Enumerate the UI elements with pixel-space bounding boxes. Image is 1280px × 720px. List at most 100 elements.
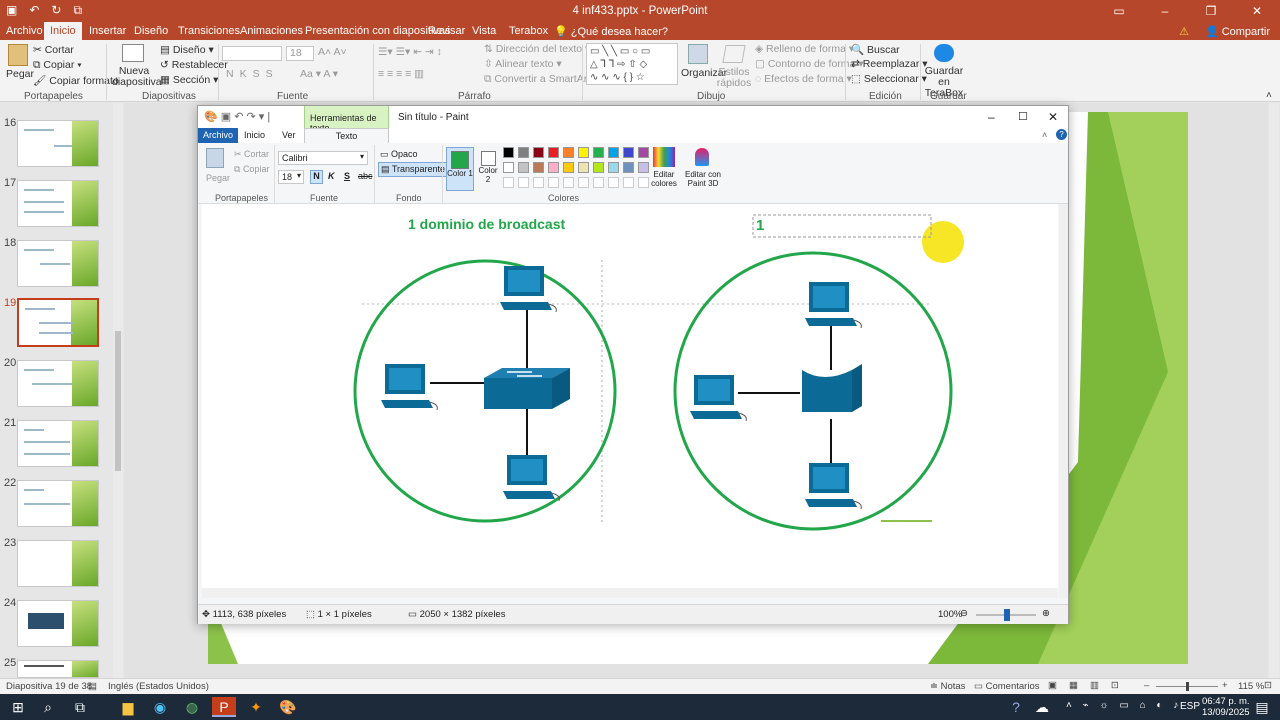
- italic-button[interactable]: K: [328, 171, 335, 181]
- tab-diseno[interactable]: Diseño: [134, 25, 168, 37]
- fit-slide-icon[interactable]: ⊡: [1264, 680, 1272, 691]
- collapse-ribbon-icon[interactable]: ˄: [1266, 90, 1272, 101]
- edit-paint3d-button[interactable]: Editar con Paint 3D: [683, 170, 723, 188]
- paint-tab-inicio[interactable]: Inicio: [244, 130, 265, 140]
- edit-colors-icon[interactable]: [653, 147, 675, 167]
- text-tools-context-tab[interactable]: Herramientas de texto: [304, 106, 389, 133]
- palette-swatch[interactable]: [518, 147, 529, 158]
- shape-effects-button[interactable]: ◌ Efectos de forma ▾: [755, 73, 852, 85]
- paint-tab-texto[interactable]: Texto: [304, 128, 389, 143]
- shape-fill-button[interactable]: ◈ Relleno de forma ▾: [755, 43, 854, 55]
- view-buttons[interactable]: ▣▦▥⊡: [1048, 680, 1131, 691]
- palette-swatch[interactable]: [623, 162, 634, 173]
- shapes-gallery[interactable]: ▭ ╲ ╲ ▭ ○ ▭ △ ⅂ ⅂ ⇨ ⇧ ◇ ∿ ∿ ∿ { } ☆: [586, 43, 678, 85]
- minimize-button[interactable]: –: [1142, 0, 1188, 22]
- ribbon-display-icon[interactable]: ▭: [1096, 0, 1142, 22]
- text-box-input[interactable]: 1: [756, 217, 764, 234]
- app-icon[interactable]: ✦: [244, 697, 268, 717]
- palette-swatch-empty[interactable]: [503, 177, 514, 188]
- palette-swatch-empty[interactable]: [593, 177, 604, 188]
- bold-button[interactable]: N: [310, 170, 323, 184]
- copy-button[interactable]: ⧉ Copiar ▾: [33, 59, 82, 72]
- section-button[interactable]: ▦ Sección ▾: [160, 74, 218, 86]
- font-style-buttons[interactable]: NKSS: [226, 68, 279, 80]
- paint-qat-icons[interactable]: 🎨 ▣ ↶ ↷ ▾ |: [204, 110, 270, 123]
- canvas-hscrollbar[interactable]: [202, 588, 1058, 598]
- palette-swatch[interactable]: [563, 162, 574, 173]
- new-slide-button[interactable]: Nueva diapositiva: [112, 66, 162, 88]
- zoom-out-button[interactable]: ⊖: [960, 608, 968, 619]
- spellcheck-icon[interactable]: ▤: [88, 681, 97, 692]
- tab-inicio[interactable]: Inicio: [44, 22, 82, 40]
- zoom-level[interactable]: 115 %: [1238, 681, 1264, 692]
- canvas-scrollbar[interactable]: [1269, 103, 1279, 678]
- quick-styles-icon[interactable]: [722, 45, 746, 63]
- palette-swatch[interactable]: [503, 162, 514, 173]
- clock[interactable]: 06:47 p. m. 13/09/2025: [1202, 696, 1250, 718]
- paint-tab-ver[interactable]: Ver: [282, 130, 296, 140]
- terabox-cloud-icon[interactable]: [934, 44, 954, 62]
- color2-button[interactable]: Color 2: [478, 147, 498, 191]
- notifications-icon[interactable]: ▤: [1250, 697, 1274, 717]
- palette-swatch-empty[interactable]: [578, 177, 589, 188]
- paint-minimize-button[interactable]: –: [988, 110, 995, 124]
- palette-swatch[interactable]: [548, 147, 559, 158]
- scrollbar-thumb[interactable]: [115, 331, 121, 471]
- edit-colors-button[interactable]: Editar colores: [648, 170, 680, 188]
- palette-swatch[interactable]: [563, 147, 574, 158]
- zoom-slider-thumb[interactable]: [1004, 609, 1010, 621]
- help-icon[interactable]: ?: [1056, 129, 1067, 140]
- comments-button[interactable]: ▭ Comentarios: [974, 681, 1039, 692]
- edge-icon[interactable]: ◉: [148, 697, 172, 717]
- tab-transiciones[interactable]: Transiciones: [178, 25, 240, 37]
- font-grow-icon[interactable]: A˄ A˅: [318, 46, 347, 58]
- palette-swatch[interactable]: [548, 162, 559, 173]
- palette-swatch[interactable]: [593, 147, 604, 158]
- palette-swatch[interactable]: [638, 147, 649, 158]
- font-size-field[interactable]: 18: [286, 46, 314, 61]
- collapse-ribbon-icon[interactable]: ˄: [1042, 130, 1047, 140]
- paste-button[interactable]: Pegar: [6, 68, 34, 80]
- paint-close-button[interactable]: ✕: [1048, 110, 1058, 124]
- search-icon[interactable]: ⌕: [36, 697, 60, 717]
- weather-icon[interactable]: ☁: [1030, 697, 1054, 717]
- font-name-field[interactable]: [222, 46, 282, 61]
- powerpoint-taskbar-icon[interactable]: P: [212, 697, 236, 717]
- underline-button[interactable]: S: [344, 171, 350, 181]
- font-color-icon[interactable]: Aa ▾ A ▾: [300, 68, 338, 80]
- smartart-button[interactable]: ⧉ Convertir a SmartArt ▾: [484, 73, 597, 86]
- maximize-button[interactable]: ❐: [1188, 0, 1234, 22]
- palette-swatch[interactable]: [533, 162, 544, 173]
- palette-swatch-empty[interactable]: [623, 177, 634, 188]
- tab-insertar[interactable]: Insertar: [89, 25, 126, 37]
- paint-tab-archivo[interactable]: Archivo: [198, 128, 238, 143]
- slide-thumbnail[interactable]: [17, 540, 99, 587]
- palette-swatch-empty[interactable]: [548, 177, 559, 188]
- system-tray-icons[interactable]: ˄ ⌁ ☼ ▭ ⌂ ◐ ♪: [1066, 700, 1182, 711]
- slide-thumbnail[interactable]: [17, 360, 99, 407]
- palette-swatch[interactable]: [503, 147, 514, 158]
- tab-animaciones[interactable]: Animaciones: [240, 25, 303, 37]
- align-text-button[interactable]: ⇳ Alinear texto ▾: [484, 58, 562, 70]
- arrange-icon[interactable]: [688, 44, 708, 64]
- palette-swatch-empty[interactable]: [563, 177, 574, 188]
- tell-me-search[interactable]: 💡 ¿Qué desea hacer?: [554, 25, 668, 38]
- opaque-button[interactable]: ▭ Opaco: [380, 149, 418, 160]
- new-slide-icon[interactable]: [122, 44, 144, 62]
- paint-taskbar-icon[interactable]: 🎨: [276, 697, 300, 717]
- quick-styles-button[interactable]: Estilos rápidos: [716, 67, 752, 89]
- paint-paste-button[interactable]: Pegar: [206, 173, 230, 183]
- paint-cut-button[interactable]: ✂ Cortar: [234, 149, 269, 160]
- slide-thumbnail[interactable]: [17, 420, 99, 467]
- strikethrough-button[interactable]: abc: [358, 171, 373, 181]
- paint-font-size-field[interactable]: 18 ▾: [278, 170, 304, 184]
- slide-thumbnail[interactable]: [17, 240, 99, 287]
- file-explorer-icon[interactable]: ▆: [116, 697, 140, 717]
- find-button[interactable]: 🔍 Buscar: [851, 43, 900, 56]
- palette-swatch[interactable]: [593, 162, 604, 173]
- shape-outline-button[interactable]: ▢ Contorno de forma ▾: [755, 58, 864, 70]
- palette-swatch[interactable]: [578, 162, 589, 173]
- tab-terabox[interactable]: Terabox: [509, 25, 548, 37]
- palette-swatch[interactable]: [623, 147, 634, 158]
- windows-start-icon[interactable]: ⊞: [6, 697, 30, 717]
